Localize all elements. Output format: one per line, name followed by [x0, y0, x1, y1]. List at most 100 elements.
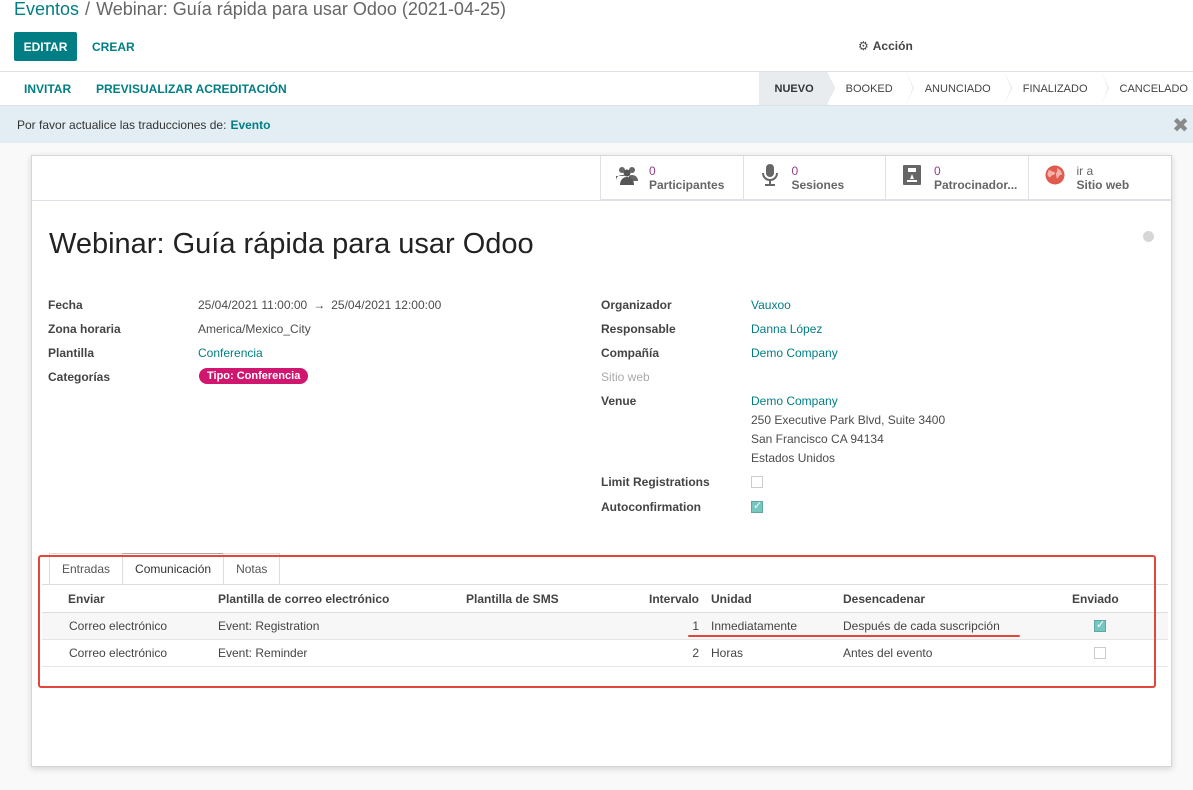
- stage-finalizado[interactable]: FINALIZADO: [1005, 72, 1109, 105]
- notebook-tabs: Entradas Comunicación Notas: [49, 553, 281, 584]
- mail-template-cell[interactable]: Event: Reminder: [212, 639, 460, 667]
- venue-address-line3: Estados Unidos: [751, 451, 836, 465]
- alert-link[interactable]: Evento: [230, 118, 270, 132]
- column-header[interactable]: Enviar: [42, 586, 212, 613]
- close-icon[interactable]: ✖: [1172, 113, 1189, 138]
- action-label: Acción: [872, 39, 913, 53]
- stage-cancelado[interactable]: CANCELADO: [1102, 72, 1193, 105]
- sponsors-label: Patrocinador...: [934, 178, 1018, 192]
- translation-alert: Por favor actualice las traducciones de:…: [0, 106, 1193, 143]
- tab-comunicacion[interactable]: Comunicación: [122, 553, 225, 584]
- autoconfirmation-checkbox[interactable]: [751, 499, 763, 513]
- stage-selector: NUEVO BOOKED ANUNCIADO FINALIZADO CANCEL…: [758, 72, 1193, 105]
- communication-table: Enviar Plantilla de correo electrónico P…: [42, 586, 1168, 667]
- sessions-button[interactable]: 0 Sesiones: [744, 156, 886, 200]
- date-end: 25/04/2021 12:00:00: [331, 298, 442, 312]
- column-header[interactable]: Desencadenar: [837, 586, 1066, 613]
- annotation-underline: [688, 635, 1020, 637]
- column-header[interactable]: Unidad: [705, 586, 837, 613]
- breadcrumb-separator: /: [85, 0, 91, 19]
- participants-count: 0: [649, 164, 656, 178]
- template-label: Plantilla: [48, 346, 95, 360]
- tab-entradas[interactable]: Entradas: [49, 553, 124, 584]
- kanban-state-dot[interactable]: [1143, 231, 1154, 242]
- stage-booked[interactable]: BOOKED: [828, 72, 914, 105]
- sponsor-icon: [900, 165, 924, 191]
- form-statusbar: INVITAR PREVISUALIZAR ACREDITACIÓN NUEVO…: [0, 72, 1193, 106]
- stage-nuevo[interactable]: NUEVO: [758, 72, 835, 105]
- breadcrumb-root-link[interactable]: Eventos: [14, 0, 79, 19]
- categories-label: Categorías: [48, 370, 111, 384]
- venue-address-line2: San Francisco CA 94134: [751, 432, 884, 446]
- stage-anunciado[interactable]: ANUNCIADO: [907, 72, 1012, 105]
- category-tag[interactable]: Tipo: Conferencia: [199, 368, 309, 384]
- column-header[interactable]: Plantilla de correo electrónico: [212, 586, 460, 613]
- column-header[interactable]: Intervalo: [605, 586, 705, 613]
- send-cell[interactable]: Correo electrónico: [42, 639, 212, 667]
- timezone-value[interactable]: America/Mexico_City: [198, 322, 311, 336]
- table-row[interactable]: Correo electrónico Event: Reminder 2 Hor…: [42, 639, 1168, 667]
- organizer-link[interactable]: Vauxoo: [751, 298, 791, 312]
- action-menu-button[interactable]: ⚙ Acción: [858, 39, 913, 53]
- autoconfirmation-label: Autoconfirmation: [601, 500, 701, 514]
- website-button[interactable]: ir a Sitio web: [1029, 156, 1172, 200]
- organizer-label: Organizador: [601, 298, 672, 312]
- column-header[interactable]: Enviado: [1066, 586, 1168, 613]
- arrow-right-icon: →: [313, 298, 326, 312]
- limit-registrations-checkbox[interactable]: [751, 476, 763, 488]
- globe-icon: [1043, 165, 1067, 191]
- venue-address-line1: 250 Executive Park Blvd, Suite 3400: [751, 413, 946, 427]
- venue-link[interactable]: Demo Company: [751, 394, 838, 408]
- event-title[interactable]: Webinar: Guía rápida para usar Odoo: [49, 228, 534, 261]
- sessions-label: Sesiones: [791, 178, 845, 192]
- participants-label: Participantes: [649, 178, 725, 192]
- date-range[interactable]: 25/04/2021 11:00:00 → 25/04/2021 12:00:00: [198, 298, 441, 312]
- microphone-icon: [758, 164, 782, 192]
- sent-cell[interactable]: [1066, 639, 1168, 667]
- website-field-label: Sitio web: [601, 370, 650, 384]
- edit-button[interactable]: EDITAR: [14, 32, 77, 61]
- control-panel: Eventos / Webinar: Guía rápida para usar O…: [0, 0, 1193, 72]
- company-link[interactable]: Demo Company: [751, 346, 838, 360]
- users-icon: [615, 165, 639, 191]
- venue-label: Venue: [601, 394, 637, 408]
- company-label: Compañía: [601, 346, 660, 360]
- table-header-row: Enviar Plantilla de correo electrónico P…: [42, 586, 1168, 613]
- interval-cell[interactable]: 2: [605, 639, 705, 667]
- tab-notas[interactable]: Notas: [223, 553, 281, 584]
- sent-cell[interactable]: [1066, 612, 1168, 640]
- breadcrumb: Eventos / Webinar: Guía rápida para usar O…: [14, 0, 506, 20]
- breadcrumb-current: Webinar: Guía rápida para usar Odoo (202…: [96, 0, 506, 19]
- sponsors-count: 0: [934, 164, 941, 178]
- unit-cell[interactable]: Horas: [705, 639, 837, 667]
- alert-text: Por favor actualice las traducciones de:: [17, 117, 227, 132]
- participants-button[interactable]: 0 Participantes: [601, 156, 744, 200]
- limit-registrations-label: Limit Registrations: [601, 475, 710, 489]
- sponsors-button[interactable]: 0 Patrocinador...: [886, 156, 1029, 200]
- timezone-label: Zona horaria: [48, 322, 121, 336]
- template-link[interactable]: Conferencia: [198, 346, 263, 360]
- column-header[interactable]: Plantilla de SMS: [460, 586, 605, 613]
- website-goto: ir a: [1076, 164, 1094, 178]
- gear-icon: ⚙: [858, 39, 869, 53]
- sms-template-cell[interactable]: [460, 639, 605, 667]
- form-sheet: 0 Participantes 0 Sesiones 0 Patrocinador..…: [31, 155, 1172, 767]
- website-label: Sitio web: [1076, 178, 1130, 192]
- responsible-label: Responsable: [601, 322, 676, 336]
- sent-checkbox[interactable]: [1094, 618, 1106, 632]
- tabs-divider: [42, 584, 1168, 585]
- invite-button[interactable]: INVITAR: [24, 72, 71, 105]
- mail-template-cell[interactable]: Event: Registration: [212, 612, 460, 640]
- preview-badge-button[interactable]: PREVISUALIZAR ACREDITACIÓN: [96, 72, 287, 105]
- date-label: Fecha: [48, 298, 83, 312]
- create-button[interactable]: CREAR: [92, 32, 135, 61]
- smart-buttons: 0 Participantes 0 Sesiones 0 Patrocinador..…: [600, 156, 1171, 200]
- sent-checkbox[interactable]: [1094, 647, 1106, 659]
- sms-template-cell[interactable]: [460, 612, 605, 640]
- responsible-link[interactable]: Danna López: [751, 322, 822, 336]
- date-begin: 25/04/2021 11:00:00: [198, 298, 308, 312]
- send-cell[interactable]: Correo electrónico: [42, 612, 212, 640]
- trigger-cell[interactable]: Antes del evento: [837, 639, 1066, 667]
- sessions-count: 0: [791, 164, 799, 178]
- divider: [32, 200, 1171, 201]
